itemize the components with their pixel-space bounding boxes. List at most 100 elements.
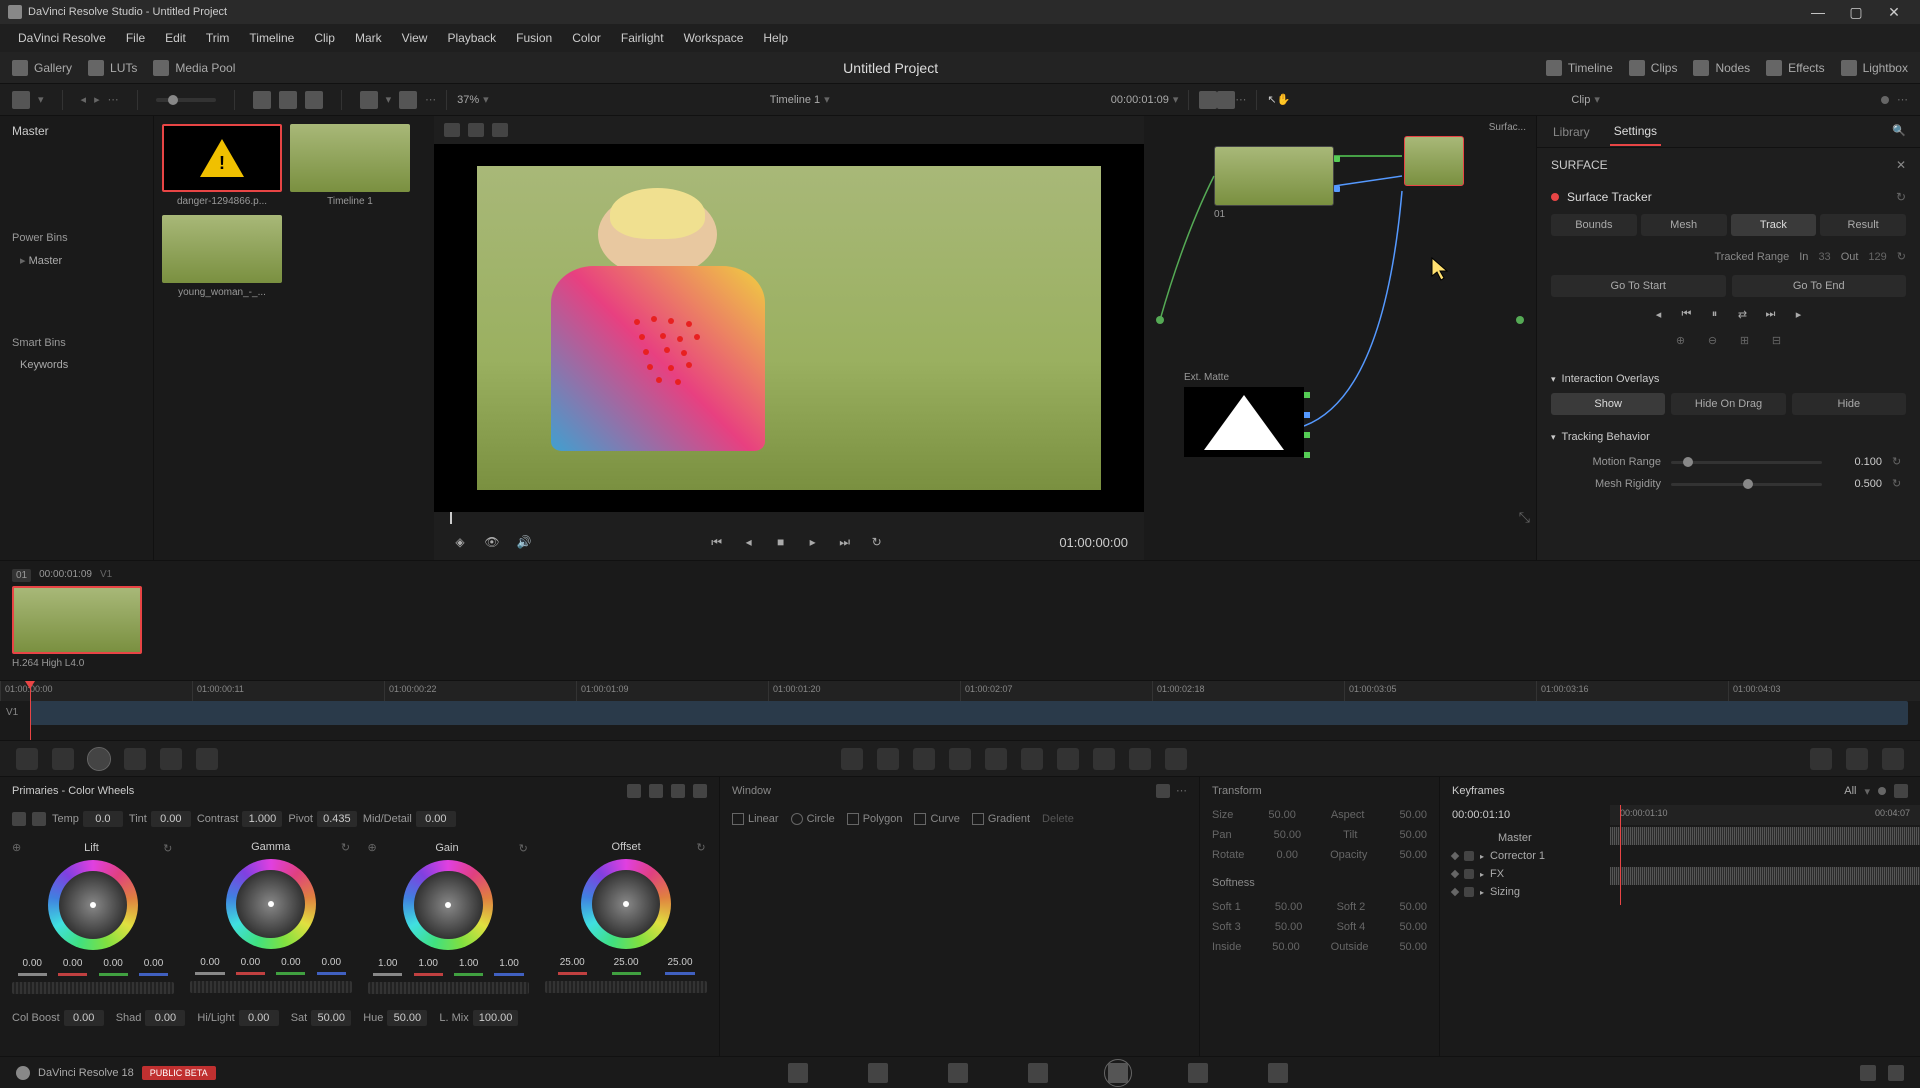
reset-icon[interactable]: ↻ bbox=[1892, 455, 1906, 469]
viewer-timecode[interactable]: 00:00:01:09 bbox=[1111, 94, 1169, 106]
key-icon[interactable] bbox=[1093, 748, 1115, 770]
picker-icon[interactable]: ⊕ bbox=[12, 841, 21, 854]
reset-icon[interactable]: ↻ bbox=[1896, 190, 1906, 204]
3d-icon[interactable] bbox=[1165, 748, 1187, 770]
tracking-behavior-section[interactable]: ▾Tracking Behavior bbox=[1537, 423, 1920, 451]
warper-icon[interactable] bbox=[877, 748, 899, 770]
menu-fusion[interactable]: Fusion bbox=[506, 27, 562, 49]
view-thumbnail-icon[interactable] bbox=[253, 91, 271, 109]
linear-shape[interactable]: Linear bbox=[732, 813, 779, 825]
wheel-mode-3-icon[interactable] bbox=[671, 784, 685, 798]
eye-icon[interactable]: 👁 bbox=[482, 532, 502, 552]
menu-edit[interactable]: Edit bbox=[155, 27, 196, 49]
master-bin[interactable]: Master bbox=[0, 116, 153, 146]
window-tool-icon[interactable] bbox=[949, 748, 971, 770]
reset-icon[interactable]: ↻ bbox=[162, 842, 174, 854]
contrast-value[interactable]: 1.000 bbox=[242, 811, 282, 827]
node-editor[interactable]: Surfac... 01 Ext. Matte bbox=[1144, 116, 1536, 560]
picker-icon[interactable]: ⊕ bbox=[368, 841, 377, 854]
menu-file[interactable]: File bbox=[116, 27, 155, 49]
menu-help[interactable]: Help bbox=[753, 27, 798, 49]
slider[interactable] bbox=[156, 98, 216, 102]
menu-view[interactable]: View bbox=[392, 27, 438, 49]
result-pill[interactable]: Result bbox=[1820, 214, 1906, 236]
kf-corrector[interactable]: ▸Corrector 1 bbox=[1452, 847, 1598, 865]
bypass-icon[interactable] bbox=[1199, 91, 1217, 109]
menu-fairlight[interactable]: Fairlight bbox=[611, 27, 674, 49]
prev-frame-button[interactable]: ◂ bbox=[739, 532, 759, 552]
loop-button[interactable]: ↻ bbox=[867, 532, 887, 552]
expand-icon[interactable] bbox=[1894, 784, 1908, 798]
curve-shape[interactable]: Curve bbox=[914, 813, 959, 825]
track-pause-button[interactable]: ⏸ bbox=[1706, 305, 1724, 323]
offset-jog[interactable] bbox=[545, 981, 707, 993]
nodes-button[interactable]: Nodes bbox=[1693, 60, 1750, 76]
timeline-name[interactable]: Timeline 1 bbox=[770, 94, 820, 106]
magic-mask-icon[interactable] bbox=[1021, 748, 1043, 770]
goto-end-button[interactable]: Go To End bbox=[1732, 275, 1907, 297]
gamma-wheel[interactable] bbox=[226, 859, 316, 949]
expand-icon[interactable] bbox=[693, 784, 707, 798]
md-value[interactable]: 0.00 bbox=[416, 811, 456, 827]
ext-matte-node[interactable]: Ext. Matte bbox=[1184, 372, 1304, 457]
menu-playback[interactable]: Playback bbox=[437, 27, 506, 49]
picker-icon[interactable] bbox=[32, 812, 46, 826]
media-clip-timeline[interactable]: Timeline 1 bbox=[290, 124, 410, 207]
wheel-mode-2-icon[interactable] bbox=[649, 784, 663, 798]
clips-button[interactable]: Clips bbox=[1629, 60, 1678, 76]
kf-master[interactable]: Master bbox=[1452, 829, 1598, 847]
menu-mark[interactable]: Mark bbox=[345, 27, 392, 49]
show-button[interactable]: Show bbox=[1551, 393, 1665, 415]
mute-icon[interactable]: 🔊 bbox=[514, 532, 534, 552]
track-forward-one-button[interactable]: ▸ bbox=[1790, 305, 1808, 323]
sizing-icon[interactable] bbox=[1129, 748, 1151, 770]
kf-playhead[interactable] bbox=[1620, 805, 1621, 905]
colboost-value[interactable]: 0.00 bbox=[64, 1010, 104, 1026]
hide-button[interactable]: Hide bbox=[1792, 393, 1906, 415]
mesh-rigidity-slider[interactable] bbox=[1671, 483, 1822, 486]
tracker-icon[interactable] bbox=[985, 748, 1007, 770]
menu-davinci[interactable]: DaVinci Resolve bbox=[8, 27, 116, 49]
qualifier-icon[interactable] bbox=[52, 748, 74, 770]
mesh-icon[interactable]: ⊟ bbox=[1768, 331, 1786, 349]
view-list-icon[interactable] bbox=[305, 91, 323, 109]
maximize-button[interactable]: ▢ bbox=[1838, 2, 1874, 22]
hilight-value[interactable]: 0.00 bbox=[239, 1010, 279, 1026]
gamma-jog[interactable] bbox=[190, 981, 352, 993]
hand-icon[interactable]: ✋ bbox=[1277, 93, 1291, 106]
kf-sizing[interactable]: ▸Sizing bbox=[1452, 883, 1598, 901]
search-icon[interactable] bbox=[360, 91, 378, 109]
play-button[interactable]: ▸ bbox=[803, 532, 823, 552]
lightbox-button[interactable]: Lightbox bbox=[1841, 60, 1908, 76]
media-clip-danger[interactable]: ! danger-1294866.p... bbox=[162, 124, 282, 207]
track-pill[interactable]: Track bbox=[1731, 214, 1817, 236]
playhead[interactable] bbox=[30, 681, 31, 740]
goto-start-button[interactable]: Go To Start bbox=[1551, 275, 1726, 297]
luts-button[interactable]: LUTs bbox=[88, 60, 137, 76]
effects-button[interactable]: Effects bbox=[1766, 60, 1824, 76]
clip-dropdown[interactable]: Clip bbox=[1571, 94, 1590, 106]
reset-icon[interactable]: ↻ bbox=[340, 841, 352, 853]
mesh-pill[interactable]: Mesh bbox=[1641, 214, 1727, 236]
fullscreen-icon[interactable] bbox=[1217, 91, 1235, 109]
reset-icon[interactable]: ↻ bbox=[695, 841, 707, 853]
remove-point-icon[interactable]: ⊖ bbox=[1704, 331, 1722, 349]
shad-value[interactable]: 0.00 bbox=[145, 1010, 185, 1026]
track-back-button[interactable]: ⏮ bbox=[1678, 305, 1696, 323]
motion-range-slider[interactable] bbox=[1671, 461, 1822, 464]
marker-icon[interactable]: ◈ bbox=[450, 532, 470, 552]
stop-button[interactable]: ■ bbox=[771, 532, 791, 552]
power-bins-header[interactable]: Power Bins bbox=[0, 226, 153, 250]
hue-value[interactable]: 50.00 bbox=[387, 1010, 427, 1026]
circle-shape[interactable]: Circle bbox=[791, 813, 835, 825]
kf-fx[interactable]: ▸FX bbox=[1452, 865, 1598, 883]
first-frame-button[interactable]: ⏮ bbox=[707, 532, 727, 552]
keyframe-mode-icon[interactable] bbox=[1810, 748, 1832, 770]
hdr-icon[interactable] bbox=[124, 748, 146, 770]
node-01[interactable]: 01 bbox=[1214, 146, 1334, 220]
gradient-shape[interactable]: Gradient bbox=[972, 813, 1030, 825]
lmix-value[interactable]: 100.00 bbox=[473, 1010, 519, 1026]
scopes-icon[interactable] bbox=[1846, 748, 1868, 770]
lift-wheel[interactable] bbox=[48, 860, 138, 950]
motion-icon[interactable] bbox=[196, 748, 218, 770]
